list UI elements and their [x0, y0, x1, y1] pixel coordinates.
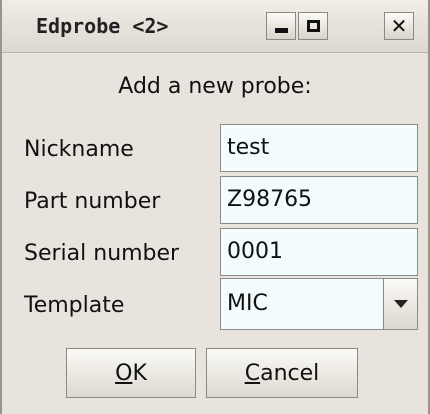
part-number-field[interactable]: Z98765: [220, 176, 418, 224]
ok-button[interactable]: OK: [66, 348, 196, 398]
serial-number-label: Serial number: [24, 241, 180, 266]
minimize-button[interactable]: [266, 12, 296, 40]
maximize-icon: [306, 20, 320, 32]
dialog-window: Edprobe <2> ✕ Add a new probe: Nickname …: [0, 0, 430, 414]
cancel-mnemonic: C: [244, 360, 261, 386]
close-button[interactable]: ✕: [384, 12, 414, 40]
maximize-button[interactable]: [298, 12, 328, 40]
nickname-label: Nickname: [24, 137, 134, 162]
minimize-icon: [274, 28, 288, 33]
window-title: Edprobe <2>: [36, 14, 169, 38]
template-label: Template: [24, 293, 125, 318]
cancel-button[interactable]: Cancel: [206, 348, 358, 398]
part-number-label: Part number: [24, 189, 161, 214]
nickname-field[interactable]: test: [220, 124, 418, 172]
template-select[interactable]: MIC: [220, 278, 418, 330]
close-icon: ✕: [390, 14, 408, 38]
title-bar[interactable]: Edprobe <2> ✕: [2, 0, 428, 53]
serial-number-field[interactable]: 0001: [220, 228, 418, 276]
chevron-down-icon: [393, 300, 408, 308]
ok-mnemonic: O: [115, 360, 133, 386]
template-dropdown-button[interactable]: [383, 279, 417, 329]
cancel-label-rest: ancel: [260, 360, 320, 386]
template-selected-value: MIC: [227, 291, 268, 316]
dialog-heading: Add a new probe:: [118, 74, 312, 99]
ok-label-rest: K: [132, 360, 147, 386]
